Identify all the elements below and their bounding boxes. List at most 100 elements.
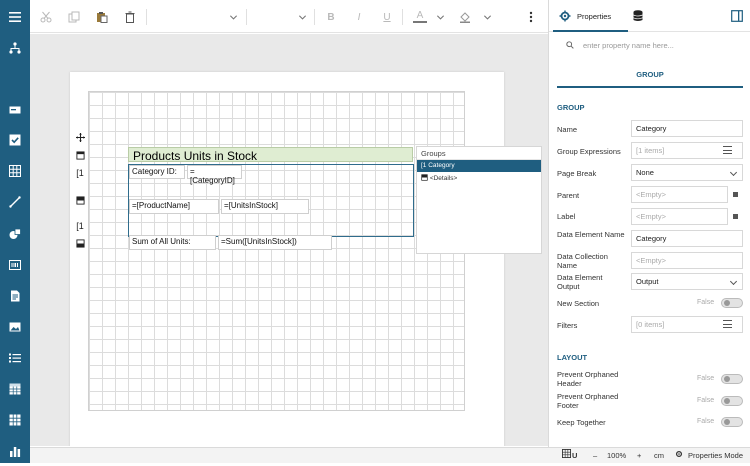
details-icon (421, 174, 428, 181)
textbox-icon[interactable] (0, 95, 30, 125)
checkbox-icon[interactable] (0, 125, 30, 155)
data-element-output-select[interactable]: Output (631, 273, 743, 290)
data-element-output-label: Data Element Output (557, 273, 603, 291)
image-icon[interactable] (0, 312, 30, 342)
category-id-field[interactable]: =[CategoryID] (187, 165, 242, 185)
gear-icon[interactable] (675, 450, 683, 460)
filters-input[interactable]: [0 items] (631, 316, 743, 333)
toolbar-divider (146, 9, 147, 25)
data-element-name-input[interactable]: Category (631, 230, 743, 247)
zoom-level[interactable]: 100% (607, 451, 626, 460)
prevent-orphaned-footer-toggle[interactable] (721, 396, 743, 406)
new-section-toggle[interactable] (721, 298, 743, 308)
tab-properties-label: Properties (577, 12, 612, 21)
keep-together-toggle[interactable] (721, 417, 743, 427)
group-expressions-value: [1 items] (636, 146, 665, 155)
panel-collapse-icon[interactable] (731, 10, 743, 24)
search-icon (566, 41, 574, 49)
tab-group[interactable]: GROUP (557, 62, 743, 88)
fill-color-icon[interactable] (458, 10, 472, 24)
label-expression-button[interactable] (733, 214, 738, 219)
units-in-stock-field[interactable]: =[UnitsInStock] (221, 199, 309, 214)
group-expressions-label: Group Expressions (557, 147, 621, 156)
status-bar: U – 100% + cm Properties Mode (30, 447, 750, 463)
database-icon[interactable] (633, 10, 643, 24)
snap-toggle-button[interactable]: U (572, 451, 577, 460)
parent-input[interactable]: <Empty> (631, 186, 728, 203)
zoom-in-button[interactable]: + (637, 451, 641, 460)
sum-of-units-field[interactable]: =Sum([UnitsInStock]) (218, 235, 332, 250)
property-search-input[interactable]: enter property name here... (583, 41, 674, 50)
gear-icon (559, 10, 571, 22)
group-footer-band-marker[interactable]: [1 (73, 221, 87, 231)
name-label: Name (557, 125, 578, 134)
groups-panel: Groups [1 Category <Details> (416, 146, 542, 254)
group-header-band-marker[interactable]: [1 (73, 168, 87, 178)
new-section-value: False (697, 299, 715, 306)
barcode-icon[interactable] (0, 250, 30, 280)
font-color-button[interactable]: A (413, 10, 427, 23)
menu-icon[interactable] (723, 146, 732, 154)
property-search[interactable]: enter property name here... (557, 36, 743, 54)
chart-icon[interactable] (0, 436, 30, 466)
properties-tabs: Properties (549, 0, 750, 32)
name-input[interactable]: Category (631, 120, 743, 137)
group-item-details-label: <Details> (429, 175, 458, 182)
hamburger-menu-icon[interactable] (0, 2, 30, 32)
cut-icon[interactable] (39, 10, 53, 24)
prevent-orphaned-header-toggle[interactable] (721, 374, 743, 384)
bold-button[interactable]: B (324, 10, 338, 24)
filters-label: Filters (557, 321, 578, 330)
section-group-header: GROUP (557, 103, 585, 112)
sum-of-units-label[interactable]: Sum of All Units: (129, 235, 216, 250)
matrix-icon[interactable] (0, 405, 30, 435)
design-grid[interactable] (88, 91, 465, 411)
properties-mode-button[interactable]: Properties Mode (688, 451, 743, 460)
underline-button[interactable]: U (380, 10, 394, 24)
data-collection-name-input[interactable]: <Empty> (631, 252, 743, 269)
prevent-orphaned-footer-label: Prevent Orphaned Footer (557, 392, 619, 410)
page-header-band-icon[interactable] (73, 151, 87, 162)
document-icon[interactable] (0, 281, 30, 311)
list-icon[interactable] (0, 343, 30, 373)
group-item-category[interactable]: [1 Category (417, 160, 541, 172)
zoom-out-button[interactable]: – (593, 451, 597, 460)
table-icon[interactable] (0, 374, 30, 404)
category-id-label[interactable]: Category ID: (129, 165, 185, 179)
report-title-textbox[interactable]: Products Units in Stock (128, 147, 413, 163)
chevron-down-icon[interactable] (433, 10, 447, 24)
parent-expression-button[interactable] (733, 192, 738, 197)
section-layout-header: LAYOUT (557, 353, 588, 362)
prevent-orphaned-header-label: Prevent Orphaned Header (557, 370, 619, 388)
page-break-select[interactable]: None (631, 164, 743, 181)
line-icon[interactable] (0, 187, 30, 217)
group-item-details[interactable]: <Details> (417, 172, 541, 184)
filters-value: [0 items] (636, 320, 665, 329)
details-band-icon[interactable] (73, 196, 87, 207)
tab-properties[interactable]: Properties (553, 0, 628, 32)
paste-icon[interactable] (95, 10, 109, 24)
product-name-field[interactable]: =[ProductName] (129, 199, 219, 214)
chevron-down-icon[interactable] (295, 10, 309, 24)
move-handle-icon[interactable] (73, 133, 87, 144)
grid-toggle-icon[interactable] (562, 449, 571, 460)
italic-button[interactable]: I (352, 10, 366, 24)
page-footer-band-icon[interactable] (73, 239, 87, 250)
delete-icon[interactable] (123, 10, 137, 24)
shape-icon[interactable] (0, 219, 30, 249)
toolbar-divider (402, 9, 403, 25)
group-expressions-input[interactable]: [1 items] (631, 142, 743, 159)
prevent-orphaned-header-value: False (697, 375, 715, 382)
table-grid-icon[interactable] (0, 156, 30, 186)
menu-icon[interactable] (723, 320, 732, 328)
unit-selector[interactable]: cm (654, 451, 664, 460)
copy-icon[interactable] (67, 10, 81, 24)
chevron-down-icon[interactable] (480, 10, 494, 24)
chevron-down-icon[interactable] (226, 10, 240, 24)
design-canvas[interactable]: [1 [1 Products Units in Stock Category I… (30, 34, 548, 446)
label-input[interactable]: <Empty> (631, 208, 728, 225)
label-label: Label (557, 212, 576, 221)
tree-structure-icon[interactable] (0, 33, 30, 63)
properties-panel: Properties enter property name here... G… (548, 0, 750, 447)
more-vertical-icon[interactable] (524, 10, 538, 24)
